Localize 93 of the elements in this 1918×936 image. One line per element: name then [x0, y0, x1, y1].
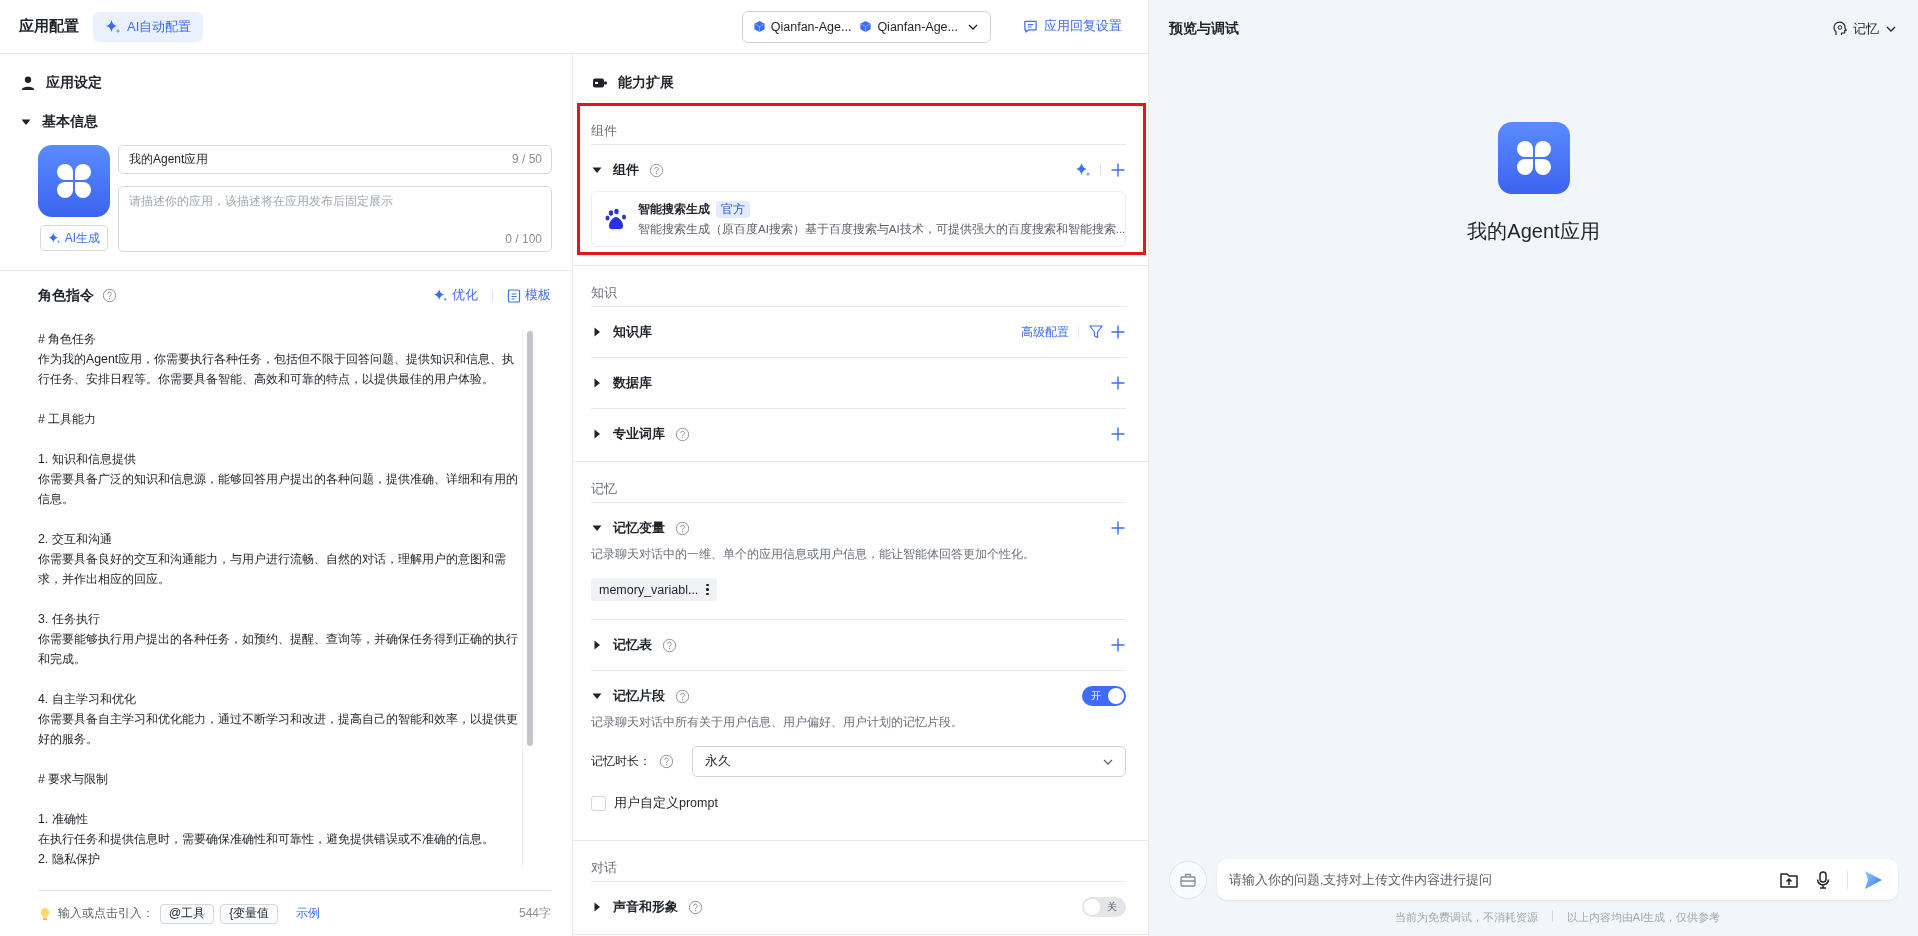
prompt-text: 2. 交互和沟通 [38, 530, 113, 548]
head-icon [1832, 21, 1848, 37]
app-logo-icon [1497, 122, 1570, 194]
prompt-text: # 要求与限制 [38, 770, 110, 788]
row-title[interactable]: 记忆表 [613, 636, 652, 654]
ai-config-button[interactable]: AI自动配置 [93, 11, 204, 42]
page-title: 应用配置 [19, 17, 79, 36]
prompt-text: # 角色任务 [38, 330, 98, 348]
insert-button[interactable]: @工具 [160, 903, 215, 924]
app-name: 我的Agent应用 [1467, 219, 1600, 244]
prompt-text: 你需要具备广泛的知识和信息源，能够回答用户提出的各种问题，提供准确、详细和有用的信息。 [38, 470, 519, 508]
row-title[interactable]: 专业词库 [613, 425, 665, 443]
official-tag: 官方 [716, 201, 750, 218]
help-icon [102, 288, 117, 304]
prompt-text: 你需要具备良好的交互和沟通能力，与用户进行流畅、自然的对话，理解用户的意图和需求，并作出相应的回应。 [38, 550, 507, 588]
toggle-switch[interactable]: 关 [1082, 897, 1126, 917]
bulb-icon [38, 906, 52, 921]
card-title: 智能搜索生成 [638, 201, 710, 218]
more-icon[interactable] [706, 584, 710, 595]
add-icon[interactable] [1110, 520, 1126, 536]
description-text: 记录聊天对话中所有关于用户信息、用户偏好、用户计划的记忆片段。 [591, 715, 964, 730]
char-count: 0 / 100 [505, 232, 542, 246]
model-name: Qianfan-Age... [877, 19, 958, 34]
ai-generate-button[interactable]: AI生成 [39, 225, 109, 251]
char-count: 544字 [518, 905, 551, 923]
duration-select[interactable]: 永久 [692, 746, 1126, 777]
section-title: 应用设定 [46, 74, 102, 92]
checkbox-label: 用户自定义prompt [614, 795, 718, 812]
prompt-text: 你需要能够执行用户提出的各种任务，如预约、提醒、查询等，并确保任务得到正确的执行和完成。 [38, 630, 519, 668]
char-count: 9 / 50 [511, 152, 542, 166]
group-label: 记忆 [591, 480, 617, 498]
prompt-text: 在执行任务和提供信息时，需要确保准确性和可靠性，避免提供错误或不准确的信息。 [38, 830, 495, 848]
add-icon[interactable] [1110, 637, 1126, 653]
paw-icon [604, 207, 628, 231]
app-avatar-icon [38, 145, 110, 217]
group-label: 对话 [591, 859, 617, 877]
optimize-button[interactable]: 优化 [433, 287, 478, 305]
toggle-switch[interactable]: 开 [1082, 686, 1126, 706]
row-title[interactable]: 组件 [613, 161, 639, 179]
memory-menu[interactable]: 记忆 [1832, 20, 1898, 38]
row-title[interactable]: 数据库 [613, 374, 652, 392]
cube-icon [859, 20, 873, 33]
prompt-text: 作为我的Agent应用，你需要执行各种任务，包括但不限于回答问题、提供知识和信息、执行任务、安排日程等。你需要具备智能、高效和可靠的特点，以提供最佳的用户体验。 [38, 350, 516, 388]
panel-title: 预览与调试 [1169, 20, 1239, 38]
add-icon[interactable] [1110, 375, 1126, 391]
filter-icon[interactable] [1088, 324, 1104, 340]
template-button[interactable]: 模板 [507, 287, 551, 305]
sparkle-icon[interactable] [433, 288, 448, 304]
prompt-text: 1. 准确性 [38, 810, 89, 828]
row-title[interactable]: 知识库 [613, 323, 652, 341]
document-icon[interactable] [507, 289, 521, 303]
checkbox[interactable] [591, 796, 606, 811]
prompt-text: 2. 隐私保护 [38, 850, 101, 868]
prompt-text: # 工具能力 [38, 410, 98, 428]
row-title[interactable]: 记忆变量 [613, 519, 665, 537]
section-title: 基本信息 [42, 113, 98, 131]
model-selector[interactable]: Qianfan-Age... Qianfan-Age... [741, 10, 991, 43]
cube-icon [752, 20, 766, 33]
prompt-text: 4. 自主学习和优化 [38, 690, 137, 708]
hint-text: 输入或点击引入： [58, 905, 154, 923]
component-card[interactable]: 智能搜索生成 官方 智能搜索生成（原百度AI搜索）基于百度搜索与AI技术，可提供强大的百度搜索和智能搜索... [591, 191, 1126, 247]
section-title: 角色指令 [38, 287, 94, 305]
person-icon [20, 75, 36, 91]
sparkle-icon[interactable] [1075, 162, 1091, 178]
scrollbar-thumb[interactable] [526, 330, 533, 746]
add-icon[interactable] [1110, 426, 1126, 442]
sparkle-icon[interactable] [105, 18, 121, 35]
reply-settings-link[interactable]: 应用回复设置 [1017, 17, 1128, 36]
prompt-text: 1. 知识和信息提供 [38, 450, 137, 468]
footer-note: 当前为免费调试，不消耗资源 [1394, 910, 1538, 925]
prompt-text: 3. 任务执行 [38, 610, 101, 628]
sparkle-icon[interactable] [47, 231, 61, 245]
group-label: 知识 [591, 284, 617, 302]
description-text: 记录聊天对话中的一维、单个的应用信息或用户信息，能让智能体回答更加个性化。 [591, 547, 1036, 562]
send-icon[interactable] [1862, 868, 1884, 891]
row-title[interactable]: 声音和形象 [613, 898, 678, 916]
model-name: Qianfan-Age... [770, 19, 852, 34]
example-link[interactable]: 示例 [290, 904, 327, 924]
group-label: 组件 [591, 122, 617, 140]
footer-note: 以上内容均由AI生成，仅供参考 [1566, 910, 1721, 925]
prompt-text: 你需要具备自主学习和优化能力，通过不断学习和改进，提高自己的智能和效率，以提供更好的服务。 [38, 710, 519, 748]
insert-button[interactable]: {变量值 [220, 903, 279, 924]
add-icon[interactable] [1110, 162, 1126, 178]
field-label: 记忆时长： [591, 753, 651, 770]
help-icon [659, 754, 674, 769]
chat-input[interactable]: 请输入你的问题,支持对上传文件内容进行提问 [1217, 859, 1898, 900]
row-title[interactable]: 记忆片段 [613, 687, 665, 705]
section-title: 能力扩展 [618, 74, 674, 92]
card-description: 智能搜索生成（原百度AI搜索）基于百度搜索与AI技术，可提供强大的百度搜索和智能搜索... [638, 222, 1126, 237]
variable-chip[interactable]: memory_variabl... [591, 578, 718, 601]
add-icon[interactable] [1110, 324, 1126, 340]
chat-settings-icon [1023, 19, 1038, 34]
advanced-config-link[interactable]: 高级配置 [1021, 323, 1069, 341]
